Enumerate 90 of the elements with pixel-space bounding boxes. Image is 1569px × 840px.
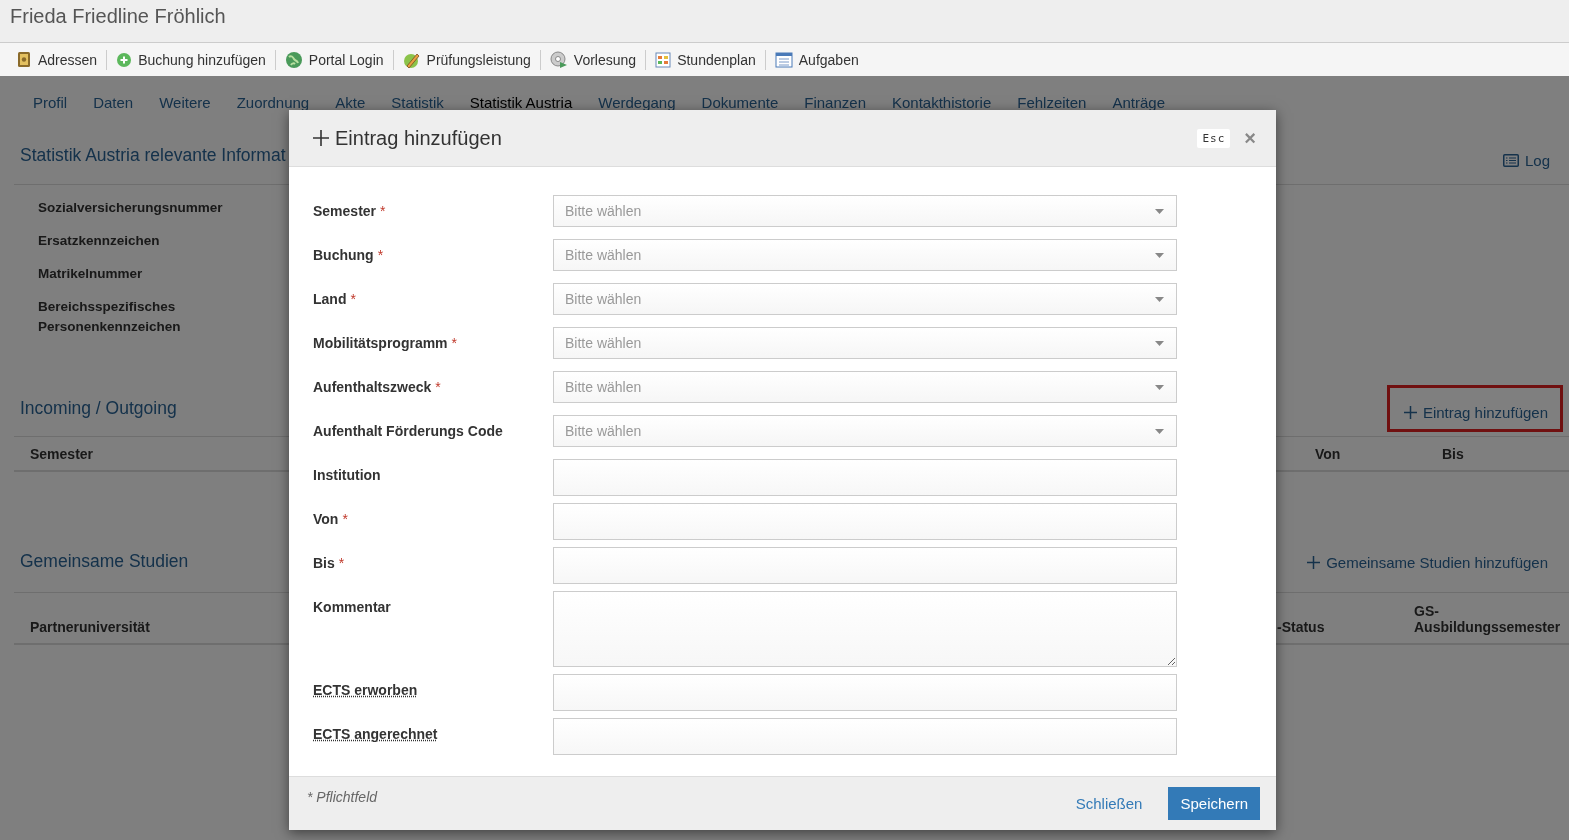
select-field[interactable]: Bitte wählen xyxy=(553,371,1177,403)
field-label: Von xyxy=(313,511,339,527)
book-icon xyxy=(16,51,32,68)
tab[interactable]: Anträge xyxy=(1099,92,1178,112)
select-field[interactable]: Bitte wählen xyxy=(553,239,1177,271)
field-label: ECTS angerechnet xyxy=(313,726,438,742)
tab[interactable]: Profil xyxy=(20,92,81,112)
required-mark: * xyxy=(338,555,345,571)
plus-icon xyxy=(313,130,329,146)
close-link[interactable]: Schließen xyxy=(1069,794,1149,813)
field-label: Bis xyxy=(313,555,335,571)
dialog-title: Eintrag hinzufügen xyxy=(313,126,1198,150)
window-title: Frieda Friedline Fröhlich xyxy=(10,4,226,28)
toolbar-button[interactable]: Vorlesung xyxy=(546,50,640,69)
tab[interactable]: Dokumente xyxy=(688,92,792,112)
required-mark: * xyxy=(342,511,348,527)
select-field[interactable]: Bitte wählen xyxy=(553,327,1177,359)
toolbar-button[interactable]: Stundenplan xyxy=(652,51,759,68)
column-header: Von xyxy=(1315,445,1342,462)
footnote: * Pflichtfeld xyxy=(307,788,378,807)
caret-icon xyxy=(1155,252,1164,258)
caret-icon xyxy=(1155,428,1164,434)
select-field[interactable]: Bitte wählen xyxy=(553,415,1177,447)
toolbar-button[interactable]: Prüfungsleistung xyxy=(399,50,534,69)
close-button[interactable]: × xyxy=(1244,128,1256,148)
column-header: Semester xyxy=(30,445,94,462)
tab[interactable]: Kontakthistorie xyxy=(879,92,1005,112)
field-label: Ersatzkennzeichen xyxy=(38,232,160,250)
globe-icon xyxy=(284,50,303,69)
field-label: Buchung xyxy=(313,247,374,263)
column-header: GS-Ausbildungssemester xyxy=(1414,603,1562,635)
field-label: Bereichsspezifisches Personenkennzeichen xyxy=(38,298,182,336)
required-mark: * xyxy=(380,203,386,219)
caret-icon xyxy=(1155,296,1164,302)
tab[interactable]: Weitere xyxy=(146,92,224,112)
add-entry-link[interactable]: Gemeinsame Studien hinzufügen xyxy=(1290,545,1563,578)
required-mark: * xyxy=(377,247,384,263)
plus-circle-icon xyxy=(116,51,133,68)
add-entry-link[interactable]: Eintrag hinzufügen xyxy=(1386,385,1563,432)
field-label: Sozialversicherungsnummer xyxy=(38,199,223,217)
field-label: ECTS erworben xyxy=(313,682,418,698)
field-label: Mobilitätsprogramm xyxy=(313,335,448,351)
caret-icon xyxy=(1155,208,1164,214)
required-mark: * xyxy=(350,291,356,307)
list-icon xyxy=(1502,153,1519,167)
column-header: -Status xyxy=(1277,619,1326,635)
toolbar-button[interactable]: Portal Login xyxy=(281,50,387,69)
input-field[interactable] xyxy=(553,547,1177,584)
plus-icon xyxy=(1307,556,1321,569)
field-label: Semester xyxy=(313,203,377,219)
tab[interactable]: Finanzen xyxy=(791,92,879,112)
toolbar-button[interactable]: Aufgaben xyxy=(771,51,862,68)
calendar-icon xyxy=(655,51,672,68)
section-title: Statistik Austria relevante Informat xyxy=(20,144,286,166)
field-label: Aufenthaltszweck xyxy=(313,379,432,395)
tab[interactable]: Werdegang xyxy=(585,92,689,112)
tab[interactable]: Akte xyxy=(322,92,379,112)
tab[interactable]: Fehlzeiten xyxy=(1004,92,1100,112)
input-field[interactable] xyxy=(553,718,1177,755)
input-field[interactable] xyxy=(553,674,1177,711)
save-button[interactable]: Speichern xyxy=(1168,787,1260,820)
section-title: Gemeinsame Studien xyxy=(20,551,189,572)
list-window-icon xyxy=(774,51,793,68)
tab[interactable]: Daten xyxy=(80,92,147,112)
input-field[interactable] xyxy=(553,503,1177,540)
tab[interactable]: Statistik Austria xyxy=(456,92,586,112)
field-label: Land xyxy=(313,291,347,307)
input-field[interactable] xyxy=(553,459,1177,496)
log-button[interactable]: Log xyxy=(1502,141,1550,169)
column-header: Partneruniversität xyxy=(30,619,150,635)
select-field[interactable]: Bitte wählen xyxy=(553,283,1177,315)
caret-icon xyxy=(1155,384,1164,390)
caret-icon xyxy=(1155,340,1164,346)
field-label: Matrikelnummer xyxy=(38,265,143,283)
select-field[interactable]: Bitte wählen xyxy=(553,195,1177,227)
required-mark: * xyxy=(451,335,458,351)
required-mark: * xyxy=(435,379,441,395)
tab[interactable]: Statistik xyxy=(378,92,457,112)
text-area[interactable] xyxy=(553,591,1177,667)
field-label: Kommentar xyxy=(313,599,391,615)
field-label: Aufenthalt Förderungs Code xyxy=(313,423,503,439)
plus-icon xyxy=(1403,406,1417,419)
toolbar-button[interactable]: Buchung hinzufügen xyxy=(113,51,269,68)
column-header: Bis xyxy=(1442,445,1465,462)
tab[interactable]: Zuordnung xyxy=(223,92,323,112)
keyboard-hint: Esc xyxy=(1197,128,1231,148)
section-title: Incoming / Outgoing xyxy=(20,398,177,419)
disc-icon xyxy=(549,50,568,69)
toolbar-button[interactable]: Adressen xyxy=(13,51,101,68)
field-label: Institution xyxy=(313,467,381,483)
